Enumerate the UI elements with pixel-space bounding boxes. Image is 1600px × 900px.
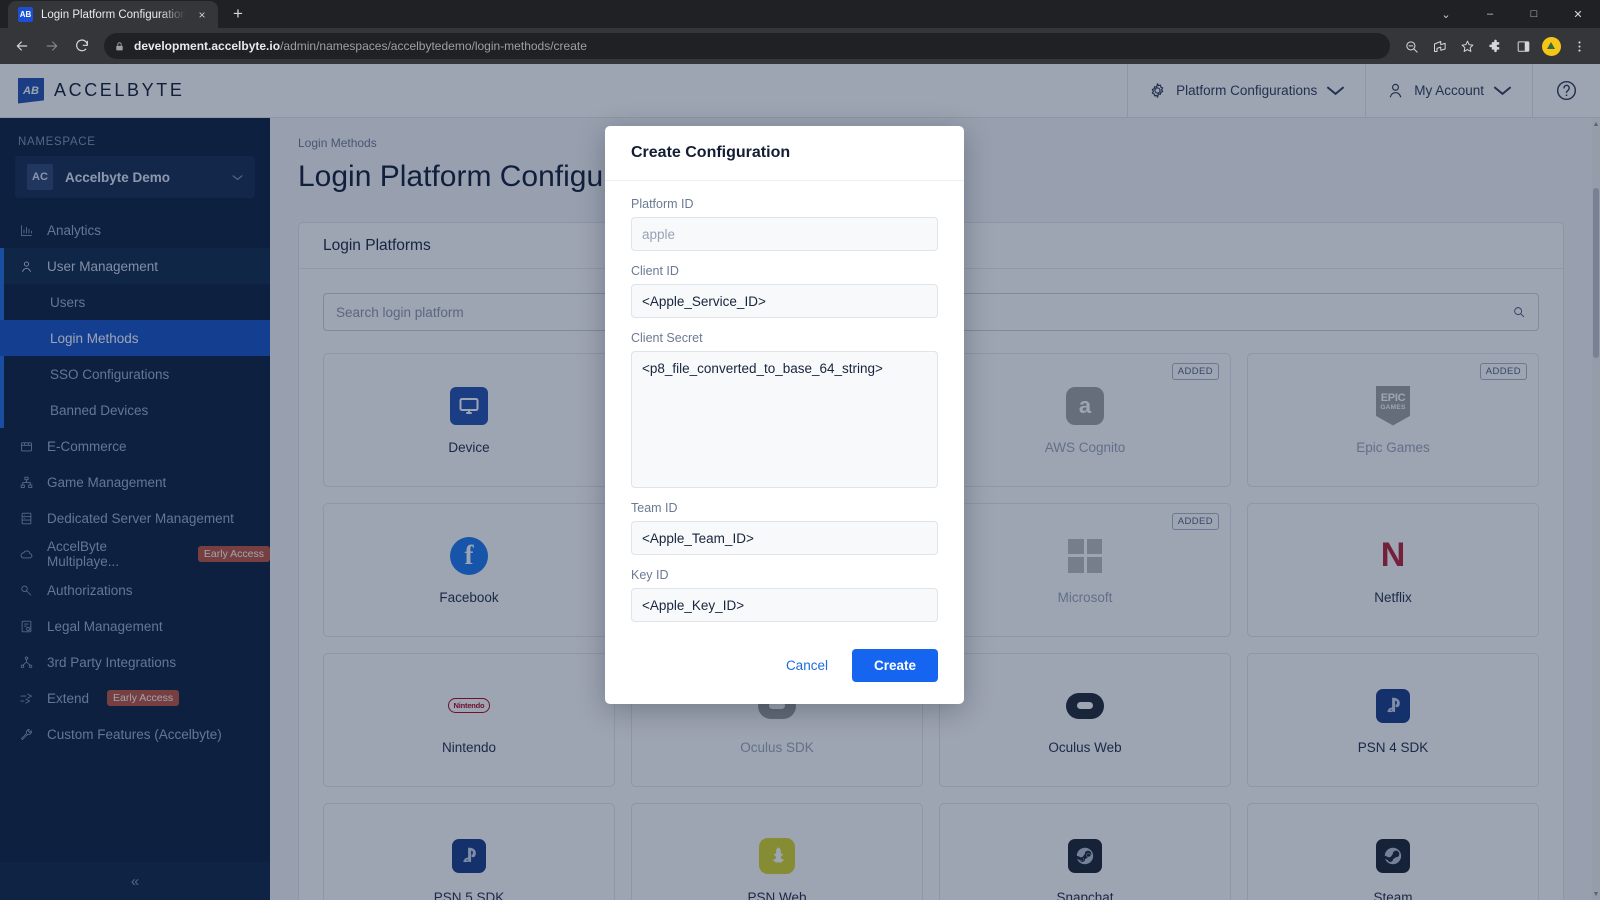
field-team-id: Team ID <Apple_Team_ID> (631, 501, 938, 555)
star-icon[interactable] (1454, 33, 1480, 59)
tab-title: Login Platform Configuration | A (41, 8, 186, 21)
tab-search-chevron-icon[interactable]: ⌄ (1424, 0, 1468, 28)
url-host: development.accelbyte.io (134, 39, 281, 53)
more-menu-icon[interactable] (1566, 33, 1592, 59)
field-key-id: Key ID <Apple_Key_ID> (631, 568, 938, 622)
client-id-input[interactable]: <Apple_Service_ID> (631, 284, 938, 318)
sidepanel-icon[interactable] (1510, 33, 1536, 59)
create-button[interactable]: Create (851, 649, 938, 682)
field-client-id: Client ID <Apple_Service_ID> (631, 264, 938, 318)
browser-toolbar: development.accelbyte.io/admin/namespace… (0, 28, 1600, 64)
field-label: Key ID (631, 568, 669, 582)
zoom-icon[interactable] (1398, 33, 1424, 59)
browser-tab[interactable]: AB Login Platform Configuration | A × (8, 1, 218, 28)
field-label: Client Secret (631, 331, 703, 345)
field-platform-id: Platform ID apple (631, 197, 938, 251)
create-configuration-modal: Create Configuration Platform ID apple C… (605, 126, 964, 704)
share-icon[interactable] (1426, 33, 1452, 59)
field-label: Client ID (631, 264, 679, 278)
close-icon[interactable]: × (194, 7, 210, 23)
url-bar[interactable]: development.accelbyte.io/admin/namespace… (104, 33, 1390, 59)
platform-id-input[interactable]: apple (631, 217, 938, 251)
cancel-button[interactable]: Cancel (770, 649, 844, 682)
maximize-button[interactable]: □ (1512, 0, 1556, 28)
minimize-button[interactable]: – (1468, 0, 1512, 28)
team-id-input[interactable]: <Apple_Team_ID> (631, 521, 938, 555)
profile-avatar[interactable] (1538, 33, 1564, 59)
browser-chrome: AB Login Platform Configuration | A × + … (0, 0, 1600, 64)
url-path: /admin/namespaces/accelbytedemo/login-me… (280, 39, 587, 53)
back-arrow-icon[interactable] (8, 32, 36, 60)
modal-title: Create Configuration (605, 126, 964, 181)
extensions-icon[interactable] (1482, 33, 1508, 59)
field-label: Platform ID (631, 197, 694, 211)
accelbyte-favicon: AB (18, 7, 33, 22)
lock-icon (114, 40, 125, 53)
client-secret-textarea[interactable]: <p8_file_converted_to_base_64_string> (631, 351, 938, 488)
reload-icon[interactable] (68, 32, 96, 60)
modal-footer: Cancel Create (605, 635, 964, 704)
tab-strip: AB Login Platform Configuration | A × + … (0, 0, 1600, 28)
key-id-input[interactable]: <Apple_Key_ID> (631, 588, 938, 622)
window-close-button[interactable]: ✕ (1556, 0, 1600, 28)
new-tab-button[interactable]: + (224, 0, 252, 28)
modal-body: Platform ID apple Client ID <Apple_Servi… (605, 181, 964, 622)
field-client-secret: Client Secret <p8_file_converted_to_base… (631, 331, 938, 488)
field-label: Team ID (631, 501, 678, 515)
app-viewport: AB ACCELBYTE Platform Configurations My … (0, 64, 1600, 900)
forward-arrow-icon[interactable] (38, 32, 66, 60)
window-controls: ⌄ – □ ✕ (1424, 0, 1600, 28)
